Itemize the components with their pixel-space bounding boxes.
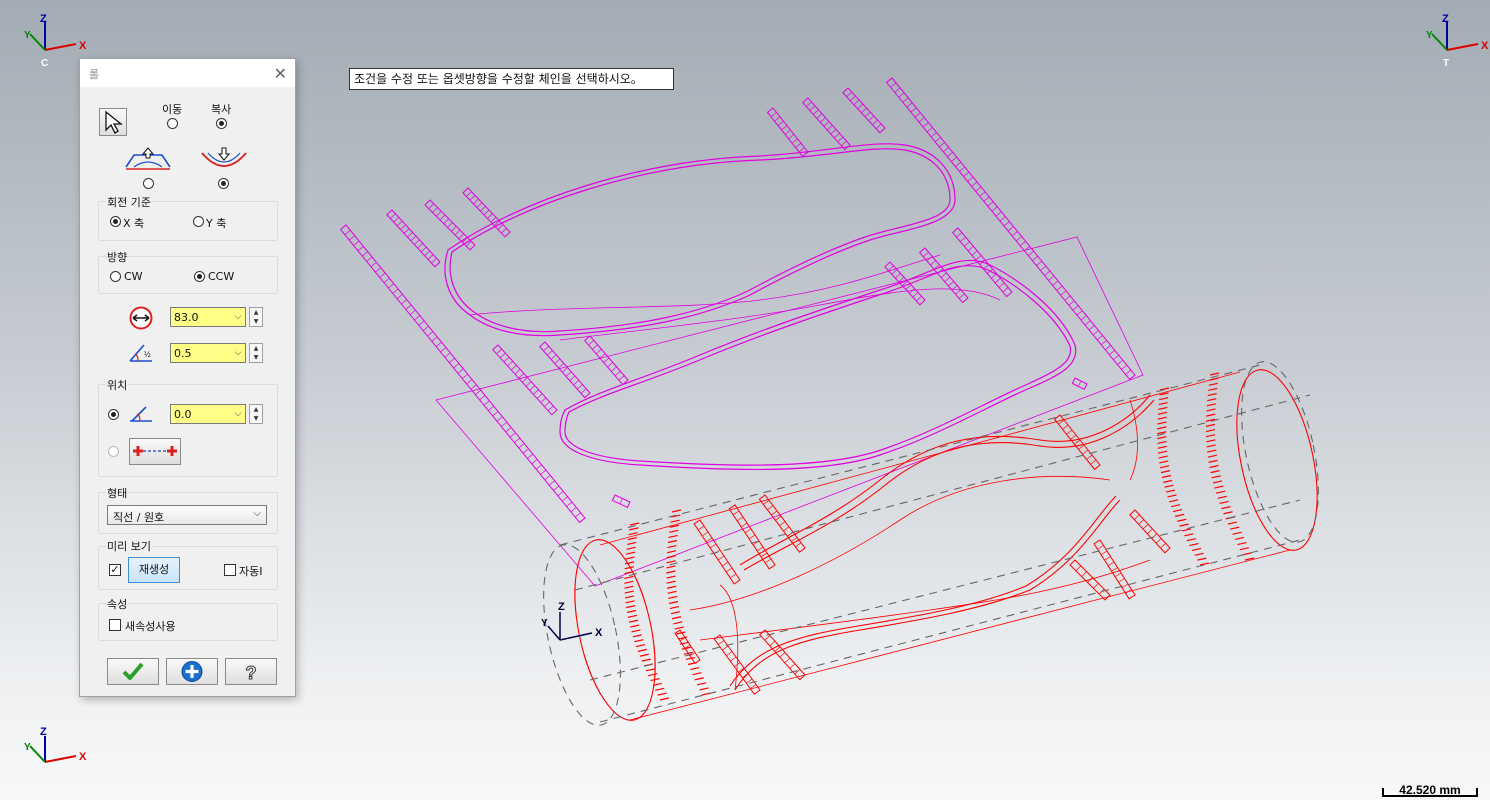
dialog-titlebar[interactable]: 롤 ✕ <box>80 59 295 87</box>
form-selected: 직선 / 원호 <box>113 511 165 524</box>
svg-text:Z: Z <box>1442 13 1449 25</box>
x-axis-label: X 축 <box>123 217 145 230</box>
roll-preview-geometry <box>574 369 1318 721</box>
select-chain-button[interactable] <box>99 108 127 136</box>
y-axis-label: Y 축 <box>206 217 227 230</box>
form-dropdown[interactable]: 직선 / 원호 ⌵ <box>107 505 267 525</box>
plus-icon <box>181 661 203 682</box>
svg-text:Y: Y <box>24 30 31 41</box>
cursor-arrow-icon <box>105 110 123 134</box>
axis-triad-top-left-icon: X Z Y C <box>24 13 87 69</box>
position-angle-radio[interactable] <box>108 409 119 420</box>
apply-button[interactable] <box>166 658 218 685</box>
svg-text:X: X <box>79 751 87 763</box>
bend-up-icon <box>125 147 171 170</box>
svg-text:C: C <box>41 58 48 69</box>
preview-checkbox[interactable]: ✓ <box>109 564 121 576</box>
copy-radio[interactable] <box>216 118 227 129</box>
svg-text:Y: Y <box>541 618 548 629</box>
diameter-stepper[interactable]: ▲ ▼ <box>249 307 263 327</box>
checkmark-icon <box>122 662 144 680</box>
tolerance-value: 0.5 <box>174 347 192 360</box>
y-axis-radio[interactable] <box>193 216 204 227</box>
rotation-axis-label: 회전 기준 <box>106 194 152 210</box>
diameter-value: 83.0 <box>174 311 199 324</box>
help-button[interactable]: ? <box>225 658 277 685</box>
svg-text:T: T <box>1443 58 1449 69</box>
position-point-radio[interactable] <box>108 446 119 457</box>
preview-label: 미리 보기 <box>106 538 152 554</box>
ok-button[interactable] <box>107 658 159 685</box>
svg-text:X: X <box>595 627 603 639</box>
regenerate-button[interactable]: 재생성 <box>128 557 180 583</box>
position-angle-icon <box>130 406 152 422</box>
close-icon[interactable]: ✕ <box>274 64 287 83</box>
dialog-title: 롤 <box>89 68 100 81</box>
cw-label: CW <box>124 270 143 283</box>
copy-label: 복사 <box>211 103 232 116</box>
select-points-button[interactable] <box>129 438 181 465</box>
scale-bar: 42.520 mm <box>1382 782 1478 798</box>
direction-label: 방향 <box>106 249 129 265</box>
svg-text:Z: Z <box>558 601 565 613</box>
bend-down-radio[interactable] <box>218 178 229 189</box>
bend-down-icon <box>201 147 247 167</box>
angle-tolerance-icon: ½ <box>129 344 152 362</box>
chevron-down-icon[interactable]: ⌵ <box>231 344 245 362</box>
svg-text:X: X <box>79 40 87 52</box>
bend-up-radio[interactable] <box>143 178 154 189</box>
x-axis-radio[interactable] <box>110 216 121 227</box>
new-attributes-label: 새속성사용 <box>125 620 176 633</box>
ccw-label: CCW <box>208 270 235 283</box>
diameter-icon <box>129 306 153 330</box>
two-points-icon <box>133 446 177 456</box>
diameter-field[interactable]: 83.0 ⌵ <box>170 307 246 327</box>
position-angle-value: 0.0 <box>174 408 192 421</box>
svg-text:X: X <box>1481 40 1489 52</box>
auto-checkbox[interactable] <box>224 564 236 576</box>
position-label: 위치 <box>106 377 129 393</box>
prompt-message: 조건을 수정 또는 옵셋방향을 수정할 체인을 선택하시오。 <box>349 68 674 90</box>
chevron-down-icon: ⌵ <box>253 508 261 519</box>
tolerance-stepper[interactable]: ▲ ▼ <box>249 343 263 363</box>
svg-text:Z: Z <box>40 13 47 25</box>
position-group <box>98 384 278 477</box>
help-icon: ? <box>245 663 257 684</box>
selected-chain-geometry[interactable] <box>435 143 1144 587</box>
svg-text:Y: Y <box>1426 30 1433 41</box>
chevron-down-icon[interactable]: ⌵ <box>231 405 245 423</box>
axis-triad-model-icon: X Z Y <box>541 601 603 641</box>
attributes-label: 속성 <box>106 596 129 612</box>
form-label: 형태 <box>106 485 129 501</box>
chevron-down-icon[interactable]: ⌵ <box>231 308 245 326</box>
svg-text:Z: Z <box>40 726 47 738</box>
svg-text:?: ? <box>246 663 257 683</box>
roll-dialog: 롤 ✕ 이동 복사 회전 기준 X 축 Y 축 방향 CW CCW 83.0 ⌵… <box>79 58 296 697</box>
tolerance-field[interactable]: 0.5 ⌵ <box>170 343 246 363</box>
auto-label: 자동Ⅰ <box>239 565 263 578</box>
move-radio[interactable] <box>167 118 178 129</box>
ccw-radio[interactable] <box>194 271 205 282</box>
move-label: 이동 <box>162 103 183 116</box>
axis-triad-bottom-left-icon: X Z Y <box>24 726 87 763</box>
cw-radio[interactable] <box>110 271 121 282</box>
scale-bar-line <box>1382 788 1478 797</box>
svg-text:½: ½ <box>144 350 151 359</box>
axis-triad-top-right-icon: X Z Y T <box>1426 13 1489 69</box>
new-attributes-checkbox[interactable] <box>109 619 121 631</box>
svg-text:Y: Y <box>24 742 31 753</box>
position-angle-field[interactable]: 0.0 ⌵ <box>170 404 246 424</box>
position-angle-stepper[interactable]: ▲ ▼ <box>249 404 263 424</box>
